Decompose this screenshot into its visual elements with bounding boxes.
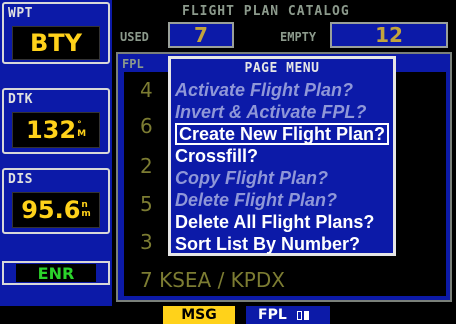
menu-item-delete-all-flight-plans[interactable]: Delete All Flight Plans?: [175, 211, 374, 233]
page-position-indicator: [296, 310, 309, 320]
dis-value-box: 95.6 n m: [12, 192, 100, 228]
empty-count-box: 12: [330, 22, 448, 48]
plan-route: KSEA / KPDX: [159, 268, 285, 292]
dis-unit-bottom: m: [81, 209, 91, 219]
plan-number: 4: [140, 78, 153, 102]
dtk-unit-bottom: M: [77, 129, 87, 139]
mode-field: ENR: [2, 261, 110, 285]
list-item[interactable]: 4: [140, 78, 153, 102]
page-group-label: FPL: [258, 307, 287, 323]
catalog-title: FLIGHT PLAN CATALOG: [182, 4, 350, 19]
list-header: FPL: [122, 57, 144, 71]
menu-item-copy-flight-plan: Copy Flight Plan?: [175, 168, 328, 188]
list-item[interactable]: 2: [140, 154, 153, 178]
menu-item-invert-activate-fpl: Invert & Activate FPL?: [175, 102, 367, 122]
dis-label: DIS: [8, 172, 33, 187]
used-count-box: 7: [168, 22, 234, 48]
dtk-field: DTK 132 ° M: [2, 88, 110, 154]
used-count: 7: [194, 23, 208, 47]
data-field-column: WPT BTY DTK 132 ° M DIS 95.6 n m ENR: [0, 0, 112, 306]
menu-item-sort-list-by-number[interactable]: Sort List By Number?: [175, 233, 360, 255]
dis-field: DIS 95.6 n m: [2, 168, 110, 234]
page-group-indicator: FPL: [246, 306, 330, 324]
menu-item-crossfill[interactable]: Crossfill?: [175, 145, 258, 167]
plan-number: 3: [140, 230, 153, 254]
page-menu: PAGE MENU Activate Flight Plan? Invert &…: [168, 56, 396, 256]
dis-unit: n m: [81, 201, 90, 219]
plan-number: 5: [140, 192, 153, 216]
current-page-marker-icon: [303, 310, 309, 320]
wpt-value-box: BTY: [12, 26, 100, 60]
menu-item-create-new-flight-plan[interactable]: Create New Flight Plan?: [175, 123, 390, 145]
dtk-value-box: 132 ° M: [12, 112, 100, 148]
used-label: USED: [120, 30, 149, 44]
menu-item-delete-flight-plan: Delete Flight Plan?: [175, 190, 338, 210]
list-item[interactable]: 5: [140, 192, 153, 216]
mode-annunciator: ENR: [16, 264, 96, 283]
empty-label: EMPTY: [280, 30, 317, 44]
dis-value: 95.6: [21, 196, 81, 224]
msg-annunciator[interactable]: MSG: [163, 306, 235, 324]
dtk-label: DTK: [8, 92, 33, 107]
list-item[interactable]: 7 KSEA / KPDX: [140, 268, 285, 292]
plan-number: 2: [140, 154, 153, 178]
page-menu-title: PAGE MENU: [244, 61, 320, 76]
menu-item-activate-flight-plan: Activate Flight Plan?: [175, 80, 354, 100]
empty-count: 12: [375, 23, 403, 47]
wpt-value: BTY: [29, 29, 83, 57]
dtk-value: 132: [25, 116, 77, 144]
page-marker-icon: [296, 310, 302, 320]
wpt-field: WPT BTY: [2, 2, 110, 64]
plan-number: 6: [140, 114, 153, 138]
dtk-unit: ° M: [77, 121, 86, 139]
plan-number: 7: [140, 268, 153, 292]
status-bar: MSG FPL: [0, 306, 456, 324]
gps-screen: WPT BTY DTK 132 ° M DIS 95.6 n m ENR FLI…: [0, 0, 456, 324]
list-item[interactable]: 3: [140, 230, 153, 254]
list-item[interactable]: 6: [140, 114, 153, 138]
wpt-label: WPT: [8, 6, 33, 21]
